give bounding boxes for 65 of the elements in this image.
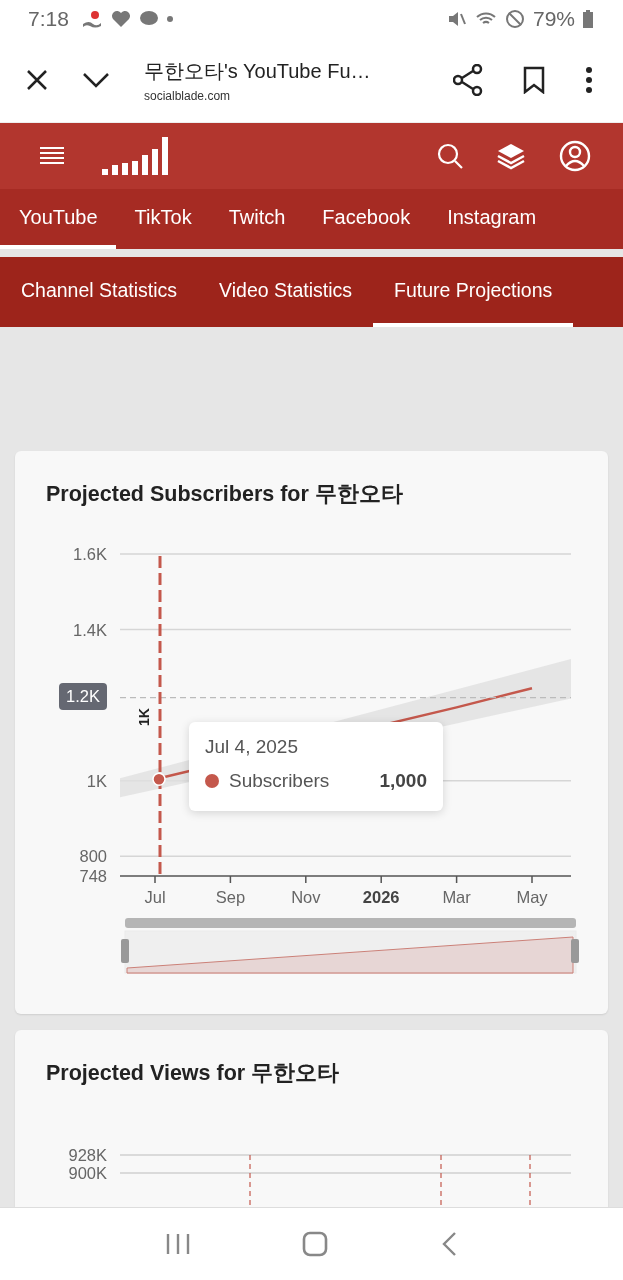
navigator-handle[interactable] [121,939,129,963]
chevron-down-icon[interactable] [82,72,110,88]
share-icon[interactable] [453,64,483,96]
navigator-handle[interactable] [571,939,579,963]
y-axis-label: 1.4K [73,620,107,639]
x-tick [154,875,156,884]
y-axis-label: 748 [79,867,107,885]
x-axis-label: Jul [144,888,166,906]
x-axis-label: 2026 [362,888,400,906]
x-axis-label: Mar [442,888,471,906]
dot-icon [166,16,173,22]
platform-tab[interactable]: YouTube [0,189,116,249]
x-tick [229,875,232,884]
blocked-icon [504,9,525,29]
y-axis-label: 800 [79,847,107,866]
section-tab[interactable]: Future Projections [373,257,574,327]
y-axis-label: 1.6K [73,545,107,563]
page-url: socialblade.com [144,88,232,103]
home-icon[interactable] [302,1231,329,1257]
x-tick [455,875,458,884]
layers-icon[interactable] [497,142,525,170]
chart-title: Projected Subscribers for 무한오타 [45,481,404,508]
mute-icon [446,10,467,28]
marker-line [440,1154,442,1207]
section-tab[interactable]: Video Statistics [198,257,374,327]
recent-apps-icon[interactable] [166,1233,191,1255]
tooltip-date: Jul 4, 2025 [205,736,299,758]
battery-icon [583,10,593,28]
scroll-track[interactable] [125,918,576,928]
y-axis-label: 900K [68,1164,107,1182]
page-title: 무한오타's YouTube Fu… [144,58,372,84]
chart-title: Projected Views for 무한오타 [45,1060,341,1087]
platform-tab[interactable]: Facebook [303,189,429,249]
y-axis-label: 928K [68,1146,107,1164]
search-icon[interactable] [437,143,463,169]
x-axis-label: May [516,888,548,906]
battery-level: 79% [532,7,575,31]
close-icon[interactable] [26,69,48,91]
heart-icon [110,10,131,28]
menu-icon[interactable] [40,147,64,165]
x-axis-label: Nov [291,888,321,906]
bookmark-icon[interactable] [523,66,545,94]
platform-tab[interactable]: TikTok [115,189,210,249]
tooltip-value: 1,000 [379,770,427,792]
crosshair-value-label: 1.2K [59,682,107,710]
bar-chart-logo-icon[interactable] [102,137,170,175]
account-icon[interactable] [559,140,591,172]
section-tab[interactable]: Channel Statistics [0,257,199,327]
chat-icon [138,10,159,28]
x-axis-label: Sep [215,888,246,906]
data-point [152,772,166,786]
clock: 7:18 [28,7,69,31]
back-icon[interactable] [440,1231,457,1257]
x-tick [380,875,382,884]
location-icon [80,9,103,29]
tooltip-series: Subscribers [229,770,331,792]
marker-label: 1K [136,708,152,726]
x-tick [305,875,307,884]
platform-tab[interactable]: Twitch [209,189,304,249]
marker-line [249,1154,251,1207]
more-icon[interactable] [585,67,593,93]
marker-line [529,1154,531,1207]
y-axis-label: 1K [86,771,107,790]
x-tick [531,875,533,884]
platform-tab[interactable]: Instagram [428,189,555,249]
